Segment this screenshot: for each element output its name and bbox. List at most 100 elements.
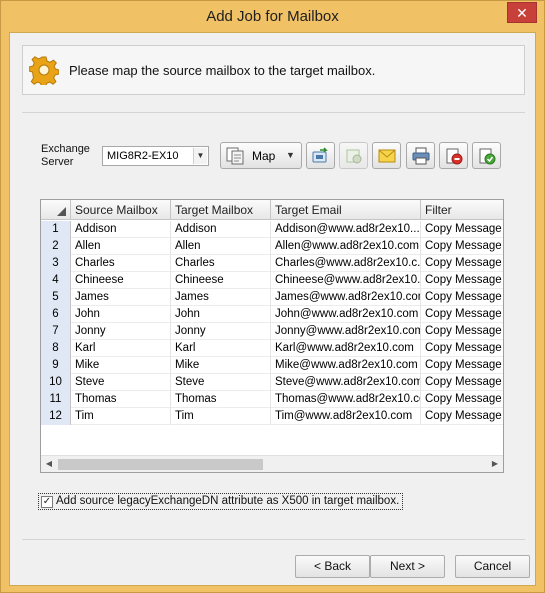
- export-icon: [312, 147, 328, 163]
- target-email-cell[interactable]: Addison@www.ad8r2ex10....: [271, 221, 421, 238]
- scroll-left-icon[interactable]: ◀: [43, 458, 55, 470]
- row-number[interactable]: 2: [41, 238, 71, 255]
- table-row[interactable]: 5 James James James@www.ad8r2ex10.com Copy M…: [41, 289, 503, 306]
- target-mailbox-cell[interactable]: Karl: [171, 340, 271, 357]
- target-email-cell[interactable]: Tim@www.ad8r2ex10.com: [271, 408, 421, 425]
- target-email-cell[interactable]: Chineese@www.ad8r2ex10...: [271, 272, 421, 289]
- target-mailbox-cell[interactable]: John: [171, 306, 271, 323]
- target-email-cell[interactable]: Thomas@www.ad8r2ex10.com: [271, 391, 421, 408]
- row-number[interactable]: 12: [41, 408, 71, 425]
- row-number[interactable]: 9: [41, 357, 71, 374]
- source-mailbox-cell[interactable]: Tim: [71, 408, 171, 425]
- target-mailbox-cell[interactable]: Allen: [171, 238, 271, 255]
- column-header-target[interactable]: Target Mailbox: [171, 200, 271, 220]
- row-number[interactable]: 7: [41, 323, 71, 340]
- source-mailbox-cell[interactable]: Steve: [71, 374, 171, 391]
- scrollbar-thumb[interactable]: [58, 459, 263, 470]
- target-email-cell[interactable]: Steve@www.ad8r2ex10.com: [271, 374, 421, 391]
- target-email-cell[interactable]: Karl@www.ad8r2ex10.com: [271, 340, 421, 357]
- next-button[interactable]: Next >: [370, 555, 445, 578]
- filter-cell[interactable]: Copy Message C: [421, 238, 503, 255]
- map-button[interactable]: Map ▼: [220, 142, 302, 169]
- chevron-down-icon[interactable]: ▼: [193, 148, 207, 164]
- row-number[interactable]: 8: [41, 340, 71, 357]
- column-header-email[interactable]: Target Email: [271, 200, 421, 220]
- source-mailbox-cell[interactable]: Addison: [71, 221, 171, 238]
- import-button[interactable]: [339, 142, 368, 169]
- target-email-cell[interactable]: Allen@www.ad8r2ex10.com: [271, 238, 421, 255]
- row-number[interactable]: 6: [41, 306, 71, 323]
- target-email-cell[interactable]: James@www.ad8r2ex10.com: [271, 289, 421, 306]
- table-row[interactable]: 12 Tim Tim Tim@www.ad8r2ex10.com Copy Messag…: [41, 408, 503, 425]
- target-mailbox-cell[interactable]: Chineese: [171, 272, 271, 289]
- filter-cell[interactable]: Copy Message C: [421, 391, 503, 408]
- target-email-cell[interactable]: Mike@www.ad8r2ex10.com: [271, 357, 421, 374]
- select-all-corner[interactable]: [41, 200, 71, 220]
- horizontal-scrollbar[interactable]: ◀ ▶: [41, 455, 503, 472]
- target-email-cell[interactable]: Charles@www.ad8r2ex10.c...: [271, 255, 421, 272]
- row-number[interactable]: 5: [41, 289, 71, 306]
- target-mailbox-cell[interactable]: Addison: [171, 221, 271, 238]
- target-mailbox-cell[interactable]: Jonny: [171, 323, 271, 340]
- checkbox-checked-icon[interactable]: ✓: [41, 496, 53, 508]
- filter-cell[interactable]: Copy Message C: [421, 306, 503, 323]
- instruction-banner: Please map the source mailbox to the tar…: [22, 45, 525, 95]
- email-button[interactable]: [372, 142, 401, 169]
- table-row[interactable]: 1 Addison Addison Addison@www.ad8r2ex10....…: [41, 221, 503, 238]
- source-mailbox-cell[interactable]: Charles: [71, 255, 171, 272]
- target-mailbox-cell[interactable]: Thomas: [171, 391, 271, 408]
- filter-cell[interactable]: Copy Message C: [421, 374, 503, 391]
- target-mailbox-cell[interactable]: Charles: [171, 255, 271, 272]
- row-number[interactable]: 10: [41, 374, 71, 391]
- target-email-cell[interactable]: Jonny@www.ad8r2ex10.com: [271, 323, 421, 340]
- table-row[interactable]: 7 Jonny Jonny Jonny@www.ad8r2ex10.com Copy M…: [41, 323, 503, 340]
- mailbox-mapping-grid[interactable]: Source Mailbox Target Mailbox Target Ema…: [40, 199, 504, 473]
- validate-button[interactable]: [472, 142, 501, 169]
- source-mailbox-cell[interactable]: Mike: [71, 357, 171, 374]
- remove-button[interactable]: [439, 142, 468, 169]
- row-number[interactable]: 1: [41, 221, 71, 238]
- table-row[interactable]: 11 Thomas Thomas Thomas@www.ad8r2ex10.com Co…: [41, 391, 503, 408]
- scroll-right-icon[interactable]: ▶: [489, 458, 501, 470]
- table-row[interactable]: 4 Chineese Chineese Chineese@www.ad8r2ex10.…: [41, 272, 503, 289]
- filter-cell[interactable]: Copy Message C: [421, 289, 503, 306]
- target-email-cell[interactable]: John@www.ad8r2ex10.com: [271, 306, 421, 323]
- row-number[interactable]: 3: [41, 255, 71, 272]
- back-button[interactable]: < Back: [295, 555, 370, 578]
- legacy-x500-checkbox[interactable]: ✓ Add source legacyExchangeDN attribute …: [38, 493, 404, 510]
- filter-cell[interactable]: Copy Message C: [421, 340, 503, 357]
- filter-cell[interactable]: Copy Message C: [421, 408, 503, 425]
- source-mailbox-cell[interactable]: Karl: [71, 340, 171, 357]
- source-mailbox-cell[interactable]: James: [71, 289, 171, 306]
- table-row[interactable]: 2 Allen Allen Allen@www.ad8r2ex10.com Copy M…: [41, 238, 503, 255]
- filter-cell[interactable]: Copy Message C: [421, 272, 503, 289]
- target-mailbox-cell[interactable]: James: [171, 289, 271, 306]
- source-mailbox-cell[interactable]: Jonny: [71, 323, 171, 340]
- target-mailbox-cell[interactable]: Steve: [171, 374, 271, 391]
- source-mailbox-cell[interactable]: Chineese: [71, 272, 171, 289]
- source-mailbox-cell[interactable]: Allen: [71, 238, 171, 255]
- table-row[interactable]: 8 Karl Karl Karl@www.ad8r2ex10.com Copy Mess…: [41, 340, 503, 357]
- column-header-source[interactable]: Source Mailbox: [71, 200, 171, 220]
- export-button[interactable]: [306, 142, 335, 169]
- table-row[interactable]: 6 John John John@www.ad8r2ex10.com Copy Mess…: [41, 306, 503, 323]
- exchange-server-select[interactable]: MIG8R2-EX10 ▼: [102, 146, 209, 166]
- chevron-down-icon[interactable]: ▼: [286, 150, 295, 160]
- printer-button[interactable]: [406, 142, 435, 169]
- filter-cell[interactable]: Copy Message C: [421, 323, 503, 340]
- target-mailbox-cell[interactable]: Mike: [171, 357, 271, 374]
- filter-cell[interactable]: Copy Message C: [421, 255, 503, 272]
- row-number[interactable]: 11: [41, 391, 71, 408]
- column-header-filter[interactable]: Filter: [421, 200, 503, 220]
- table-row[interactable]: 3 Charles Charles Charles@www.ad8r2ex10.c..…: [41, 255, 503, 272]
- table-row[interactable]: 9 Mike Mike Mike@www.ad8r2ex10.com Copy Mess…: [41, 357, 503, 374]
- source-mailbox-cell[interactable]: John: [71, 306, 171, 323]
- close-button[interactable]: ✕: [507, 2, 537, 23]
- cancel-button[interactable]: Cancel: [455, 555, 530, 578]
- source-mailbox-cell[interactable]: Thomas: [71, 391, 171, 408]
- row-number[interactable]: 4: [41, 272, 71, 289]
- filter-cell[interactable]: Copy Message C: [421, 357, 503, 374]
- filter-cell[interactable]: Copy Message C: [421, 221, 503, 238]
- table-row[interactable]: 10 Steve Steve Steve@www.ad8r2ex10.com Copy …: [41, 374, 503, 391]
- target-mailbox-cell[interactable]: Tim: [171, 408, 271, 425]
